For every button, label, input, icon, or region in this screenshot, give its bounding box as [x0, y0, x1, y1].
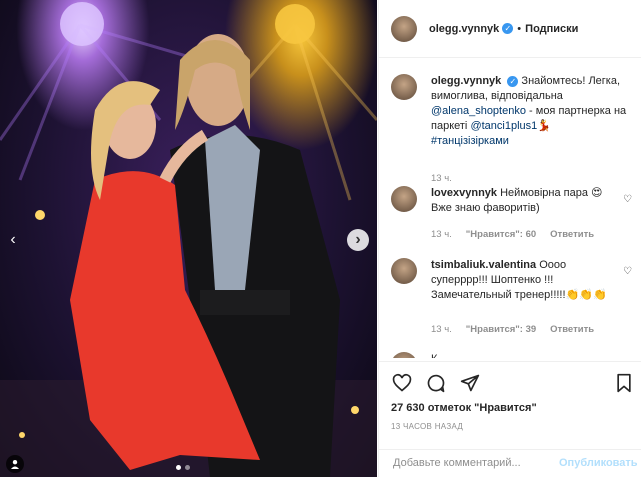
post-header: olegg.vynnyk ✓ • Подписки — [379, 0, 641, 58]
comment-button[interactable] — [425, 372, 447, 394]
comment-time[interactable]: 13 ч. — [431, 229, 452, 240]
comment-input[interactable] — [391, 456, 565, 470]
commenter-avatar[interactable] — [391, 352, 417, 358]
verified-badge-icon: ✓ — [502, 23, 514, 34]
caption-author-avatar[interactable] — [391, 74, 417, 100]
publish-button[interactable]: Опубликовать — [559, 457, 638, 469]
chevron-right-icon: › — [355, 231, 361, 248]
user-icon — [11, 460, 19, 469]
comment-meta: 13 ч. "Нравится": 39 Ответить — [431, 324, 594, 335]
add-comment-bar: Опубликовать — [379, 449, 641, 479]
commenter-avatar[interactable] — [391, 186, 417, 212]
dancer-emoji: 💃 — [537, 120, 551, 132]
post-timestamp[interactable]: 13 ЧАСОВ НАЗАД — [391, 422, 463, 431]
reply-button[interactable]: Ответить — [550, 324, 594, 335]
comment-likes[interactable]: "Нравится": 39 — [466, 324, 536, 335]
comment-likes[interactable]: "Нравится": 60 — [466, 229, 536, 240]
commenter-username[interactable]: lovexvynnyk — [431, 187, 497, 199]
mention-link[interactable]: @alena_shoptenko — [431, 105, 526, 117]
caption-author[interactable]: olegg.vynnyk — [431, 75, 501, 87]
mention-link[interactable]: @tanci1plus1 — [470, 120, 537, 132]
tagged-users-button[interactable] — [6, 455, 24, 473]
post-actions: 27 630 отметок "Нравится" 13 ЧАСОВ НАЗАД… — [379, 361, 641, 470]
separator-dot: • — [517, 22, 522, 35]
like-button[interactable] — [391, 372, 413, 394]
next-slide-button[interactable]: › — [347, 229, 369, 251]
commenter-username[interactable]: tsimbaliuk.valentina — [431, 259, 536, 271]
comment-bubble-icon — [427, 374, 445, 393]
author-avatar[interactable] — [391, 15, 417, 42]
post-details-panel: olegg.vynnyk ✓ • Подписки olegg.vynnyk ✓… — [378, 0, 641, 477]
carousel-indicator — [176, 465, 190, 470]
paper-plane-icon — [460, 374, 480, 392]
likes-count[interactable]: 27 630 отметок "Нравится" — [391, 402, 537, 414]
heart-icon — [392, 373, 412, 392]
caption-time[interactable]: 13 ч. — [431, 173, 452, 184]
post-photo[interactable]: ‹ › — [0, 0, 377, 477]
like-comment-heart-icon[interactable]: ♡ — [623, 194, 632, 205]
following-button[interactable]: Подписки — [525, 23, 578, 35]
photo-illustration — [0, 2, 377, 477]
instagram-post-modal: ‹ › olegg.vynnyk ✓ • Подписки olegg.vynn… — [0, 0, 641, 477]
hashtag-link[interactable]: #танцізізірками — [431, 135, 509, 147]
reply-button[interactable]: Ответить — [550, 229, 594, 240]
carousel-dot — [185, 465, 190, 470]
save-button[interactable] — [613, 372, 635, 394]
comment-body: К — [431, 352, 631, 358]
comment-meta: 13 ч. "Нравится": 60 Ответить — [431, 229, 594, 240]
caption-text: olegg.vynnyk ✓ Знайомтесь! Легка, вимогл… — [431, 74, 631, 149]
share-button[interactable] — [459, 372, 481, 394]
carousel-dot-active — [176, 465, 181, 470]
comment-body: lovexvynnyk Неймовірна пара 😍 Вже знаю ф… — [431, 186, 611, 216]
like-comment-heart-icon[interactable]: ♡ — [623, 266, 632, 277]
caption-meta: 13 ч. — [431, 173, 452, 184]
comments-list[interactable]: olegg.vynnyk ✓ Знайомтесь! Легка, вимогл… — [379, 58, 641, 358]
comment-time[interactable]: 13 ч. — [431, 324, 452, 335]
chevron-left-icon: ‹ — [10, 231, 16, 248]
action-icons — [391, 372, 481, 394]
commenter-avatar[interactable] — [391, 258, 417, 284]
author-username[interactable]: olegg.vynnyk — [429, 23, 499, 35]
comment-body: tsimbaliuk.valentina Оооо суперррр!!! Шо… — [431, 258, 611, 303]
previous-slide-button[interactable]: ‹ — [2, 229, 24, 251]
bookmark-icon — [617, 373, 631, 393]
verified-badge-icon: ✓ — [507, 75, 519, 87]
comment-text: К — [431, 353, 437, 358]
